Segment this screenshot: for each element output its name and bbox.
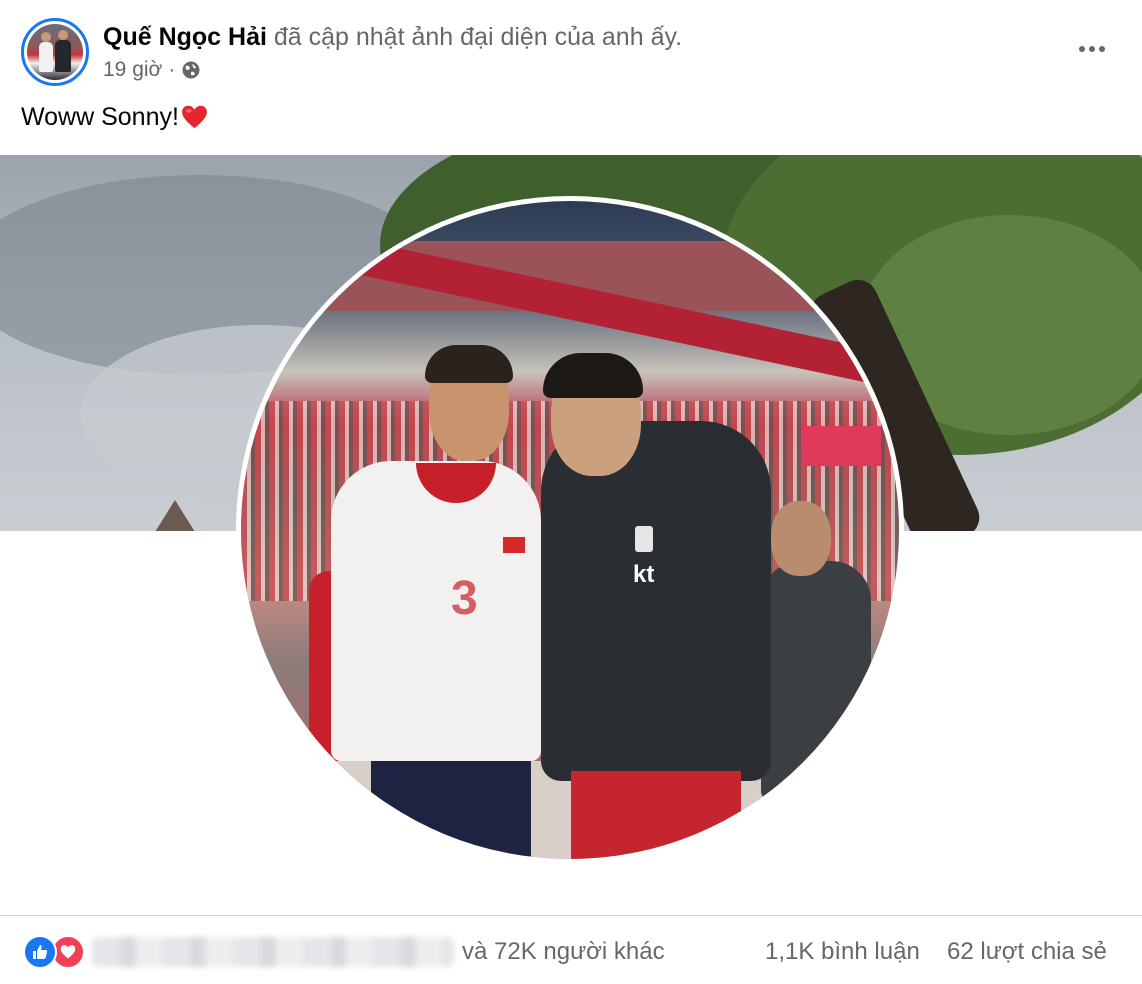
post-meta: 19 giờ ·: [103, 57, 201, 83]
caption-text: Woww Sonny!: [21, 103, 179, 131]
reaction-icons[interactable]: [23, 935, 85, 969]
author-avatar[interactable]: [21, 18, 89, 86]
post-caption: Woww Sonny!: [21, 101, 208, 133]
comment-count[interactable]: 1,1K bình luận: [765, 937, 920, 967]
more-options-button[interactable]: [1070, 32, 1114, 66]
post-header: Quế Ngọc Hải đã cập nhật ảnh đại diện củ…: [103, 22, 682, 52]
reaction-count[interactable]: và 72K người khác: [462, 937, 665, 967]
reactor-names-blurred[interactable]: [92, 937, 454, 967]
author-name[interactable]: Quế Ngọc Hải: [103, 23, 267, 51]
post-action-text: đã cập nhật ảnh đại diện của anh ấy.: [266, 23, 683, 51]
more-options-icon: [1079, 46, 1085, 52]
post-timestamp[interactable]: 19 giờ: [103, 57, 162, 83]
globe-icon[interactable]: [181, 60, 201, 80]
footer-divider: [0, 915, 1142, 916]
red-heart-emoji-icon: [182, 105, 207, 129]
profile-picture[interactable]: 3 kt: [236, 196, 904, 864]
avatar-image: [27, 24, 83, 80]
share-count[interactable]: 62 lượt chia sẻ: [947, 937, 1107, 967]
profile-picture-image: 3 kt: [241, 201, 899, 859]
meta-separator: ·: [168, 58, 176, 81]
like-icon: [23, 935, 57, 969]
